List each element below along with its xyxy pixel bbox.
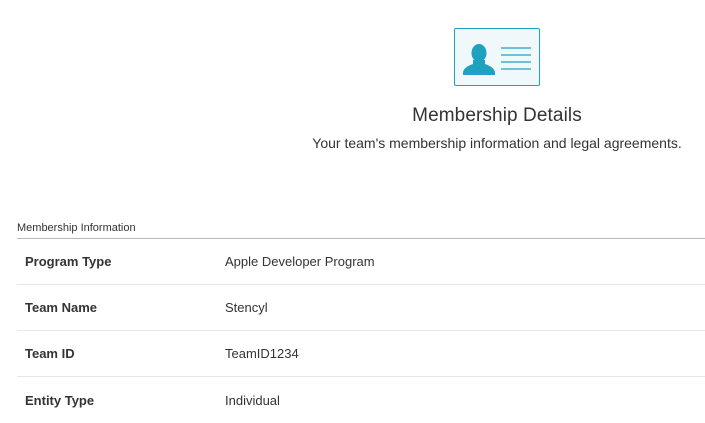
page-subtitle: Your team's membership information and l… <box>312 135 682 151</box>
row-label: Program Type <box>25 254 112 269</box>
program-type-row: Program Type Apple Developer Program <box>17 239 705 285</box>
entity-type-row: Entity Type Individual <box>17 377 705 423</box>
row-value: Stencyl <box>225 300 268 315</box>
row-label: Team Name <box>25 300 98 315</box>
membership-header: Membership Details Your team's membershi… <box>288 28 705 152</box>
membership-card-icon <box>454 28 540 86</box>
membership-information-section: Membership Information Program Type Appl… <box>17 221 705 423</box>
section-label: Membership Information <box>17 221 705 239</box>
row-value: Individual <box>225 392 280 408</box>
row-label: Team ID <box>25 346 75 361</box>
team-id-row: Team ID TeamID1234 <box>17 331 705 377</box>
team-name-row: Team Name Stencyl <box>17 285 705 331</box>
row-value: TeamID1234 <box>225 346 299 361</box>
row-value: Apple Developer Program <box>225 254 375 269</box>
row-label: Entity Type <box>25 392 95 408</box>
page-title: Membership Details <box>412 105 582 126</box>
